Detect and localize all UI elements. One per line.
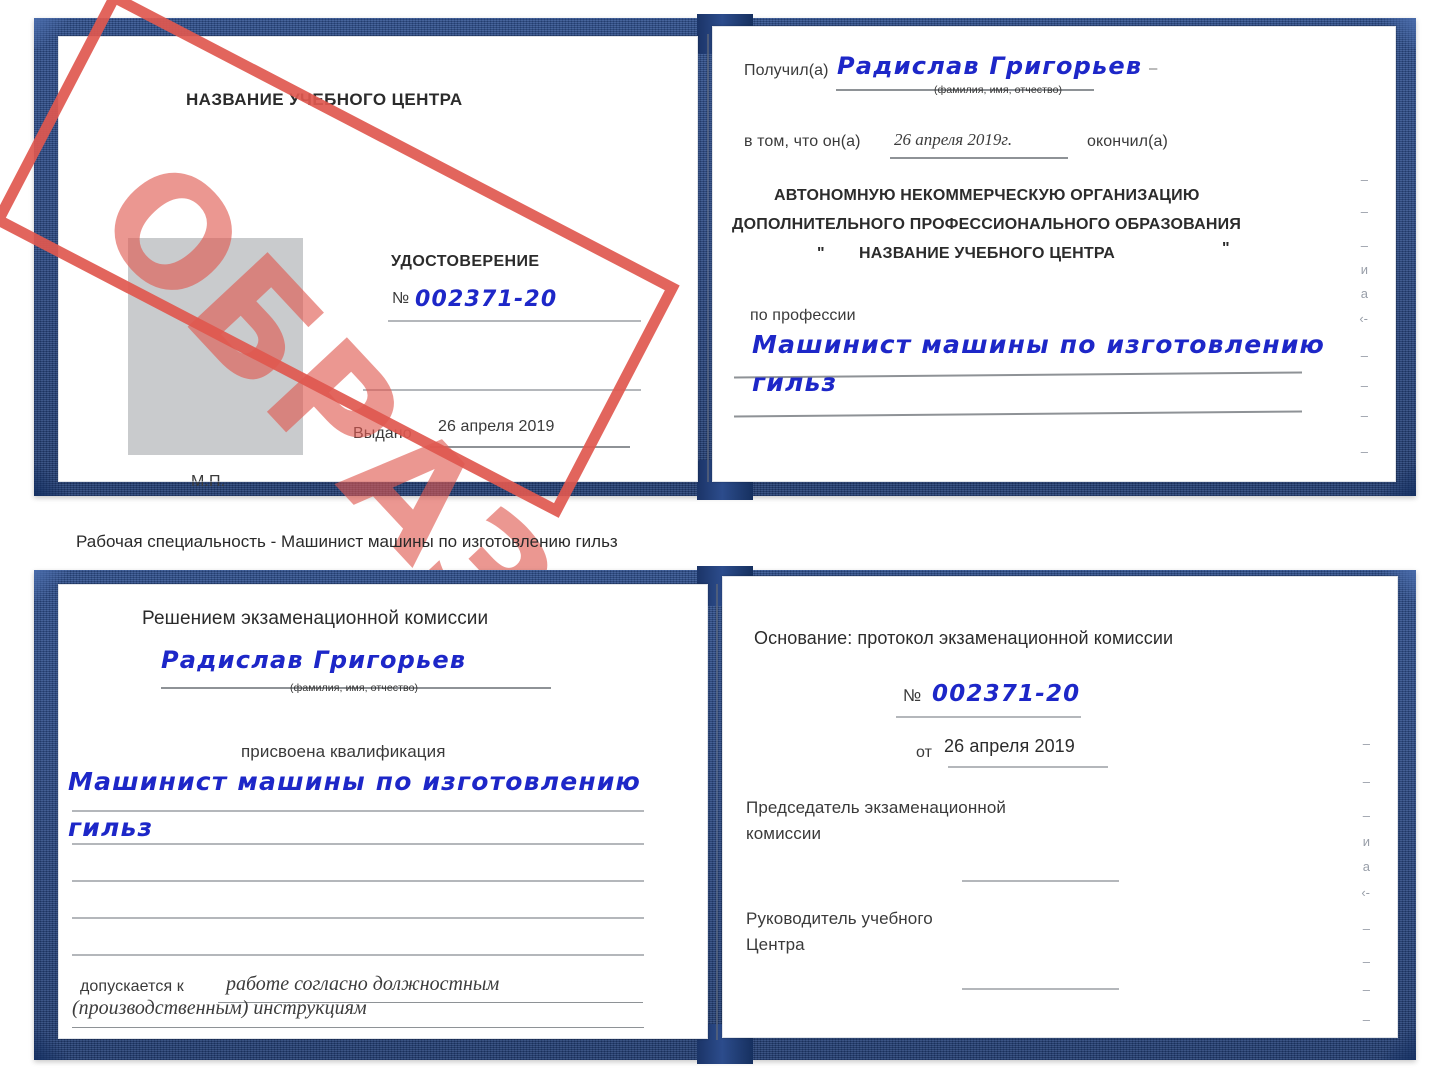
top-certificate-right-page: Получил(а) Радислав Григорьев (фамилия, … [712,26,1396,482]
name-hint: (фамилия, имя, отчество) [290,682,419,694]
profession-value-line-2: гильз [752,368,838,397]
allowed-rule-2 [72,1027,644,1028]
received-label: Получил(а) [744,62,829,79]
blank-rule-1 [363,389,641,391]
name-hint: (фамилия, имя, отчество) [934,84,1063,96]
allowed-value-line-1: работе согласно должностным [226,973,500,995]
head-line-1: Руководитель учебного [746,909,933,928]
organization-quote-close: " [1222,240,1230,257]
issued-label: Выдано [353,425,412,442]
bleed-mark: ‹- [1361,885,1370,900]
head-signature-rule[interactable] [962,988,1119,990]
bleed-mark: и [1360,262,1368,277]
qualification-rule-5 [72,954,644,956]
book-fold-line [707,34,709,482]
bleed-mark: – [1362,736,1370,751]
qualification-rule-3 [72,880,644,882]
protocol-number-symbol: № [903,686,922,705]
allowed-value-line-2: (производственным) инструкциям [72,997,367,1019]
bleed-mark: – [1362,808,1370,823]
page-caption: Рабочая специальность - Машинист машины … [76,532,618,551]
organization-quote-open: " [817,245,825,262]
bleed-mark: – [1360,408,1368,423]
bleed-mark: – [1360,444,1368,459]
organization-line-1: АВТОНОМНУЮ НЕКОММЕРЧЕСКУЮ ОРГАНИЗАЦИЮ [774,187,1200,204]
qualification-rule-1 [72,810,644,812]
bleed-mark: – [1362,774,1370,789]
organization-line-2: ДОПОЛНИТЕЛЬНОГО ПРОФЕССИОНАЛЬНОГО ОБРАЗО… [732,216,1242,233]
head-line-2: Центра [746,935,805,954]
qualification-value-line-2: гильз [68,813,154,842]
bleed-mark: а [1362,859,1370,874]
protocol-number-rule [896,716,1081,718]
issued-date-value: 26 апреля 2019 [438,418,555,435]
protocol-date-label: от [916,744,933,761]
seal-label: М.П. [191,473,226,490]
completion-date-rule [890,157,1068,159]
profession-label: по профессии [750,307,856,324]
bottom-certificate-left-page: Решением экзаменационной комиссии Радисл… [58,584,708,1039]
document-type-title: УДОСТОВЕРЕНИЕ [391,253,540,270]
bottom-certificate-right-page: Основание: протокол экзаменационной коми… [722,576,1398,1038]
qualification-label: присвоена квалификация [241,742,446,761]
received-trailing-dash: – [1149,60,1158,77]
bleed-mark: – [1360,172,1368,187]
commission-heading: Решением экзаменационной комиссии [142,608,489,629]
bleed-mark: ‹- [1359,311,1368,326]
certificate-book-bottom: Решением экзаменационной комиссии Радисл… [34,566,1416,1064]
bleed-mark: и [1362,834,1370,849]
bleed-mark: – [1362,954,1370,969]
certificate-sample-page: НАЗВАНИЕ УЧЕБНОГО ЦЕНТРА М.П. УДОСТОВЕРЕ… [0,0,1448,1085]
in-that-label: в том, что он(а) [744,133,861,150]
received-name-value: Радислав Григорьев [837,52,1143,80]
bleed-mark: а [1360,286,1368,301]
bleed-mark: – [1362,982,1370,997]
protocol-number-value: 002371-20 [932,681,1081,707]
chairman-line-2: комиссии [746,824,822,843]
profession-value-line-1: Машинист машины по изготовлению [752,330,1326,359]
organization-name: НАЗВАНИЕ УЧЕБНОГО ЦЕНТРА [859,245,1116,262]
bleed-mark: – [1360,238,1368,253]
qualification-rule-2 [72,843,644,845]
bleed-mark: – [1362,921,1370,936]
bleed-mark: – [1360,204,1368,219]
bleed-mark: – [1360,378,1368,393]
basis-label: Основание: протокол экзаменационной коми… [754,628,1174,648]
training-center-title: НАЗВАНИЕ УЧЕБНОГО ЦЕНТРА [186,90,463,109]
certificate-number-value: 002371-20 [415,287,558,312]
bleed-mark: – [1362,1012,1370,1027]
completion-date-value: 26 апреля 2019г. [894,130,1013,149]
qualification-value-line-1: Машинист машины по изготовлению [68,767,642,796]
number-rule [388,320,641,322]
finished-label: окончил(а) [1087,133,1168,150]
chairman-signature-rule[interactable] [962,880,1119,882]
certificate-book-top: НАЗВАНИЕ УЧЕБНОГО ЦЕНТРА М.П. УДОСТОВЕРЕ… [34,14,1416,500]
allowed-label: допускается к [80,978,184,995]
issued-rule [430,446,630,448]
graduate-name-value: Радислав Григорьев [161,646,467,674]
number-symbol: № [392,290,410,307]
chairman-line-1: Председатель экзаменационной [746,798,1006,817]
book-fold-line [716,584,718,1040]
protocol-date-rule [948,766,1108,768]
top-certificate-left-page: НАЗВАНИЕ УЧЕБНОГО ЦЕНТРА М.П. УДОСТОВЕРЕ… [58,36,698,490]
bleed-mark: – [1360,348,1368,363]
protocol-date-value: 26 апреля 2019 [944,736,1075,756]
profession-rule-2 [734,410,1302,417]
qualification-rule-4 [72,917,644,919]
photo-placeholder [128,238,303,455]
